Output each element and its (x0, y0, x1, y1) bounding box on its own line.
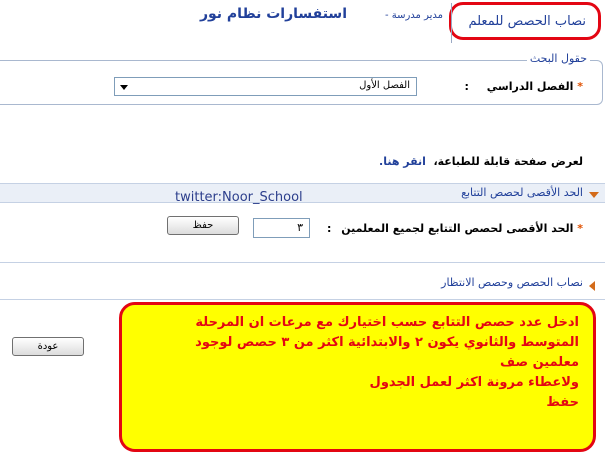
collapse-arrow-icon[interactable] (589, 281, 595, 291)
max-continuous-input[interactable]: ٣ (253, 218, 310, 238)
print-line: لعرض صفحة قابلة للطباعة، انقر هنا. (379, 155, 583, 168)
tab-teacher-quota[interactable]: نصاب الحصص للمعلم (449, 2, 601, 43)
max-continuous-label: * الحد الأقصى لحصص التتابع لجميع المعلمي… (327, 222, 583, 235)
chevron-down-icon (120, 85, 128, 90)
divider (0, 299, 605, 300)
section-continuous-title[interactable]: الحد الأقصى لحصص التتابع (461, 186, 583, 199)
user-role: مدير مدرسة - (384, 10, 443, 21)
max-continuous-text: الحد الأقصى لحصص التتابع لجميع المعلمين (341, 222, 574, 235)
annotation-line: المتوسط والثانوي يكون ٢ والابتدائية اكثر… (195, 335, 579, 350)
app-title: استفسارات نظام نور (199, 6, 347, 22)
annotation-note: ادخل عدد حصص التتابع حسب اختيارك مع مرعا… (119, 302, 596, 452)
save-button[interactable]: حفظ (167, 216, 239, 235)
watermark-text: twitter:Noor_School (175, 190, 303, 205)
semester-field-label: * الفصل الدراسي : (465, 80, 583, 93)
semester-select[interactable]: الفصل الأول (114, 77, 417, 96)
annotation-line: حفظ (546, 395, 579, 410)
annotation-line: ادخل عدد حصص التتابع حسب اختيارك مع مرعا… (195, 315, 579, 330)
colon: : (326, 222, 332, 235)
print-link[interactable]: انقر هنا. (379, 155, 426, 168)
search-legend: حقول البحث (526, 52, 590, 65)
expand-arrow-icon[interactable] (589, 192, 599, 198)
semester-label: الفصل الدراسي (486, 80, 574, 93)
annotation-line: ولاعطاء مرونة اكثر لعمل الجدول (369, 375, 579, 390)
tab-edge (451, 3, 462, 43)
required-mark: * (577, 222, 583, 235)
semester-selected-value: الفصل الأول (359, 80, 410, 91)
divider (0, 262, 605, 263)
required-mark: * (577, 80, 583, 93)
colon: : (464, 80, 469, 93)
tab-label: نصاب الحصص للمعلم (468, 14, 586, 29)
section-waiting-title[interactable]: نصاب الحصص وحصص الانتظار (441, 276, 583, 289)
back-button[interactable]: عودة (12, 337, 84, 356)
print-text: لعرض صفحة قابلة للطباعة، (433, 155, 583, 168)
annotation-line: معلمين صف (500, 355, 579, 370)
